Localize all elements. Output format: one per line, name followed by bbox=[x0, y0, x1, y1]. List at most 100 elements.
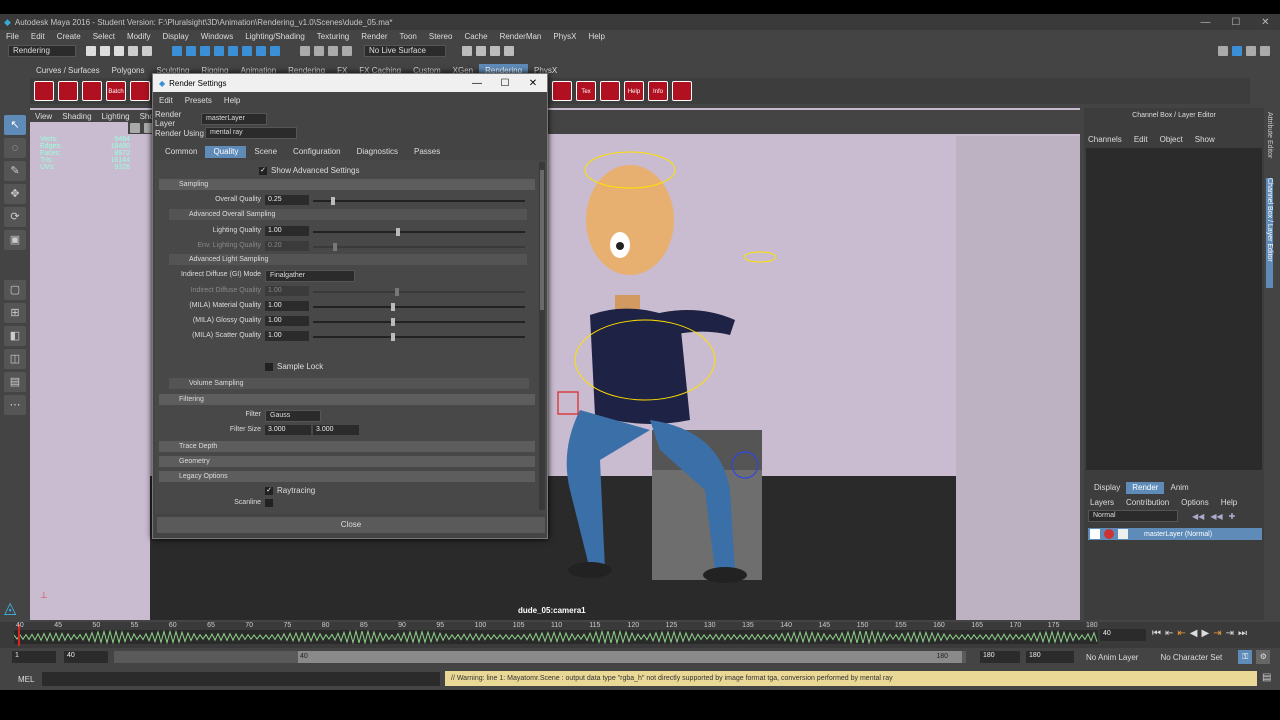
range-slider[interactable]: 40 180 bbox=[114, 651, 966, 663]
modeling-toolkit-icon[interactable] bbox=[1218, 46, 1228, 56]
viewport-menu-shading[interactable]: Shading bbox=[57, 112, 96, 121]
sampling-section[interactable]: Sampling bbox=[159, 179, 535, 190]
menu-texturing[interactable]: Texturing bbox=[311, 32, 355, 41]
geometry-section[interactable]: Geometry bbox=[159, 456, 535, 467]
command-language-label[interactable]: MEL bbox=[18, 675, 34, 684]
info-shelf-icon[interactable]: Info bbox=[648, 81, 668, 101]
mental-ray-icon[interactable] bbox=[600, 81, 620, 101]
dialog-close-icon[interactable]: ✕ bbox=[519, 78, 547, 89]
new-scene-icon[interactable] bbox=[86, 46, 96, 56]
mask-curves-icon[interactable] bbox=[242, 46, 252, 56]
mila-material-quality-slider[interactable] bbox=[313, 303, 525, 311]
save-scene-icon[interactable] bbox=[114, 46, 124, 56]
menu-stereo[interactable]: Stereo bbox=[423, 32, 459, 41]
snap-view-plane-icon[interactable] bbox=[342, 46, 352, 56]
advanced-light-sampling-section[interactable]: Advanced Light Sampling bbox=[169, 254, 527, 265]
ipr-icon[interactable] bbox=[58, 81, 78, 101]
inner-end-field[interactable]: 180 bbox=[980, 651, 1020, 663]
render-current-frame-icon[interactable] bbox=[462, 46, 472, 56]
time-slider[interactable]: 40 45 50 55 60 65 70 75 80 85 90 95 100 105 110 115 120 1… bbox=[0, 622, 1280, 648]
wireframe-icon[interactable] bbox=[130, 123, 140, 133]
snap-grid-icon[interactable] bbox=[300, 46, 310, 56]
step-forward-key-icon[interactable]: ⇥ bbox=[1226, 628, 1234, 639]
layout-options-icon[interactable]: ⋯ bbox=[4, 395, 26, 415]
tab-scene[interactable]: Scene bbox=[246, 146, 285, 158]
layer-tab-render[interactable]: Render bbox=[1126, 482, 1165, 494]
env-lighting-quality-slider[interactable] bbox=[313, 243, 525, 251]
end-frame-field[interactable]: 180 bbox=[1026, 651, 1074, 663]
minimize-icon[interactable]: — bbox=[1200, 17, 1210, 28]
hand-control-curve[interactable] bbox=[557, 391, 579, 415]
menu-render[interactable]: Render bbox=[355, 32, 393, 41]
layer-menu-contribution[interactable]: Contribution bbox=[1120, 498, 1175, 507]
live-surface-field[interactable]: No Live Surface bbox=[364, 45, 446, 57]
menuset-dropdown[interactable]: Rendering bbox=[8, 45, 76, 57]
shelf-tab-curves[interactable]: Curves / Surfaces bbox=[30, 64, 106, 78]
side-tab-attribute-editor[interactable]: Attribute Editor bbox=[1266, 112, 1273, 172]
four-view-layout-icon[interactable]: ⊞ bbox=[4, 303, 26, 323]
range-slider-handle[interactable]: 40 180 bbox=[298, 651, 962, 663]
filter-size-x-field[interactable]: 3.000 bbox=[265, 425, 311, 435]
menu-create[interactable]: Create bbox=[51, 32, 87, 41]
select-component-icon[interactable] bbox=[200, 46, 210, 56]
menu-cache[interactable]: Cache bbox=[458, 32, 493, 41]
render-icon[interactable] bbox=[34, 81, 54, 101]
layer-render-toggle-icon[interactable] bbox=[1090, 529, 1100, 539]
menu-physx[interactable]: PhysX bbox=[547, 32, 582, 41]
new-layer-icon[interactable]: ✚ bbox=[1229, 512, 1236, 521]
snap-point-icon[interactable] bbox=[328, 46, 338, 56]
mila-scatter-quality-slider[interactable] bbox=[313, 333, 525, 341]
overall-quality-field[interactable]: 0.25 bbox=[265, 195, 309, 205]
master-layer-row[interactable]: masterLayer (Normal) bbox=[1088, 528, 1262, 540]
step-back-key-icon[interactable]: ⇤ bbox=[1165, 628, 1173, 639]
menu-file[interactable]: File bbox=[0, 32, 25, 41]
advanced-overall-sampling-section[interactable]: Advanced Overall Sampling bbox=[169, 209, 527, 220]
snap-curve-icon[interactable] bbox=[314, 46, 324, 56]
go-to-end-icon[interactable]: ⏭ bbox=[1238, 628, 1247, 639]
filter-size-y-field[interactable]: 3.000 bbox=[313, 425, 359, 435]
mila-glossy-quality-field[interactable]: 1.00 bbox=[265, 316, 309, 326]
sample-lock-checkbox[interactable] bbox=[265, 362, 273, 371]
close-button[interactable]: Close bbox=[157, 517, 545, 533]
tool-settings-toggle-icon[interactable] bbox=[1246, 46, 1256, 56]
viewport-menu-view[interactable]: View bbox=[30, 112, 57, 121]
filtering-section[interactable]: Filtering bbox=[159, 394, 535, 405]
current-frame-field[interactable]: 40 bbox=[1100, 629, 1146, 641]
env-lighting-quality-field[interactable]: 0.20 bbox=[265, 241, 309, 251]
layer-menu-options[interactable]: Options bbox=[1175, 498, 1215, 507]
render-settings-shelf-icon[interactable] bbox=[82, 81, 102, 101]
mask-surfaces-icon[interactable] bbox=[256, 46, 266, 56]
redo-icon[interactable] bbox=[142, 46, 152, 56]
settings-scrollbar[interactable] bbox=[539, 162, 545, 510]
lasso-tool-icon[interactable]: ◌ bbox=[4, 138, 26, 158]
layer-record-icon[interactable] bbox=[1104, 529, 1114, 539]
hypershade-layout-icon[interactable]: ▤ bbox=[4, 372, 26, 392]
help-shelf-icon[interactable]: Help bbox=[624, 81, 644, 101]
channel-box-content[interactable] bbox=[1086, 148, 1262, 470]
menu-help[interactable]: Help bbox=[583, 32, 611, 41]
indirect-diffuse-quality-field[interactable]: 1.00 bbox=[265, 286, 309, 296]
layer-menu-layers[interactable]: Layers bbox=[1088, 498, 1120, 507]
tab-diagnostics[interactable]: Diagnostics bbox=[349, 146, 406, 158]
menu-toon[interactable]: Toon bbox=[394, 32, 423, 41]
perspective-graph-layout-icon[interactable]: ◫ bbox=[4, 349, 26, 369]
settings-scrollbar-thumb[interactable] bbox=[540, 170, 544, 310]
lighting-quality-field[interactable]: 1.00 bbox=[265, 226, 309, 236]
volume-sampling-section[interactable]: Volume Sampling bbox=[169, 378, 529, 389]
render-using-dropdown[interactable]: mental ray bbox=[205, 127, 297, 139]
channel-box-toggle-icon[interactable] bbox=[1260, 46, 1270, 56]
undo-icon[interactable] bbox=[128, 46, 138, 56]
maximize-icon[interactable]: ☐ bbox=[1231, 17, 1240, 28]
attribute-editor-toggle-icon[interactable] bbox=[1232, 46, 1242, 56]
character-dude-rig[interactable] bbox=[540, 130, 790, 600]
menu-display[interactable]: Display bbox=[157, 32, 195, 41]
dialog-minimize-icon[interactable]: — bbox=[463, 78, 491, 89]
layer-tab-display[interactable]: Display bbox=[1088, 482, 1126, 494]
auto-key-icon[interactable]: ⚿ bbox=[1238, 650, 1253, 664]
batch-render-icon[interactable]: Batch bbox=[106, 81, 126, 101]
mila-scatter-quality-field[interactable]: 1.00 bbox=[265, 331, 309, 341]
plugin-shelf-icon[interactable] bbox=[672, 81, 692, 101]
mila-glossy-quality-slider[interactable] bbox=[313, 318, 525, 326]
script-editor-icon[interactable]: ▤ bbox=[1262, 672, 1271, 683]
side-tab-channel-box[interactable]: Channel Box / Layer Editor bbox=[1266, 178, 1273, 288]
